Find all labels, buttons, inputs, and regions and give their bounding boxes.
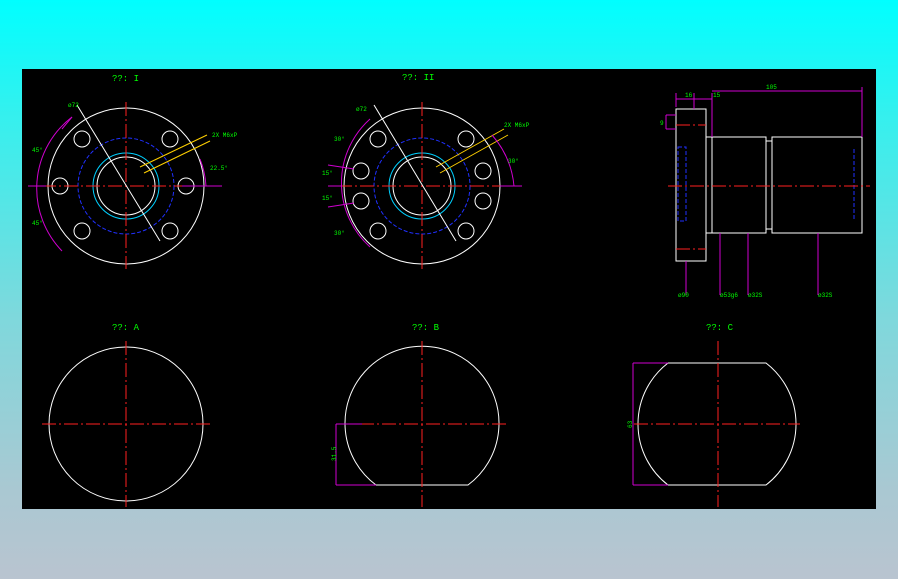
view-ii-angle-e: 30° <box>508 158 519 165</box>
bolt-hole <box>161 222 179 240</box>
bolt-hole <box>474 192 492 210</box>
section-line <box>76 104 161 242</box>
cad-drawing: ??: I ø72 2X M6xP 45° 45° 22.5° ??: II ø… <box>28 73 870 507</box>
angle-ext <box>327 164 355 170</box>
bolt-hole <box>352 192 370 210</box>
callout-leader <box>435 128 505 168</box>
view-i-title: ??: I <box>112 74 139 84</box>
side-d2-dim: ø53g6 <box>720 292 738 299</box>
view-ii-title: ??: II <box>402 73 434 83</box>
side-d3-dim: ø32S <box>748 292 763 299</box>
view-c: ??: C 63 <box>627 323 800 507</box>
view-ii-angle-d: 30° <box>334 230 345 237</box>
bolt-hole <box>369 222 387 240</box>
bolt-hole <box>352 162 370 180</box>
angle-ext <box>327 202 355 208</box>
side-thick-dim: 9 <box>660 120 664 127</box>
angle-arc-left <box>36 116 73 252</box>
view-i-angle-a: 45° <box>32 147 43 154</box>
section-line <box>373 104 457 242</box>
cad-drawing-canvas[interactable]: ??: I ø72 2X M6xP 45° 45° 22.5° ??: II ø… <box>22 69 876 509</box>
side-seg1-dim: 16 <box>685 92 693 99</box>
side-overall-dim: 105 <box>766 84 777 91</box>
view-ii-angle-a: 30° <box>334 136 345 143</box>
side-view-nut: 105 16 15 9 ø90 ø53g6 ø32S ø32S <box>660 84 870 299</box>
flange-body <box>675 108 707 262</box>
bolt-hole <box>73 222 91 240</box>
view-i-angle-b: 45° <box>32 220 43 227</box>
body-segment <box>705 136 767 234</box>
angle-ext <box>61 116 73 130</box>
callout-leader <box>139 134 208 168</box>
view-c-title: ??: C <box>706 323 734 333</box>
body-segment <box>771 136 863 234</box>
view-b-dim: 31.5 <box>331 446 338 461</box>
view-ii-diameter: ø72 <box>356 106 367 113</box>
view-a: ??: A <box>42 323 210 507</box>
side-seg2-dim: 15 <box>713 92 721 99</box>
bolt-hole <box>161 130 179 148</box>
view-c-dim: 63 <box>627 420 634 428</box>
view-i-angle-c: 22.5° <box>210 165 228 172</box>
view-i-flange: ??: I ø72 2X M6xP 45° 45° 22.5° <box>28 74 238 269</box>
side-d1-dim: ø90 <box>678 292 689 299</box>
side-d4-dim: ø32S <box>818 292 833 299</box>
view-i-diameter: ø72 <box>68 102 79 109</box>
view-b-title: ??: B <box>412 323 440 333</box>
view-ii-flange: ??: II ø72 2X M6xP 30° 15° 15° 30° 30° <box>322 73 530 269</box>
bolt-hole <box>73 130 91 148</box>
view-i-callout: 2X M6xP <box>212 132 238 139</box>
callout-leader <box>143 140 211 174</box>
bolt-hole <box>474 162 492 180</box>
view-b: ??: B 31.5 <box>331 323 506 507</box>
groove <box>765 140 773 230</box>
view-ii-callout: 2X M6xP <box>504 122 530 129</box>
bolt-hole <box>457 222 475 240</box>
view-ii-angle-b: 15° <box>322 170 333 177</box>
view-a-title: ??: A <box>112 323 140 333</box>
flange-hidden <box>677 146 687 222</box>
bolt-hole <box>369 130 387 148</box>
view-ii-angle-c: 15° <box>322 195 333 202</box>
bolt-hole <box>457 130 475 148</box>
